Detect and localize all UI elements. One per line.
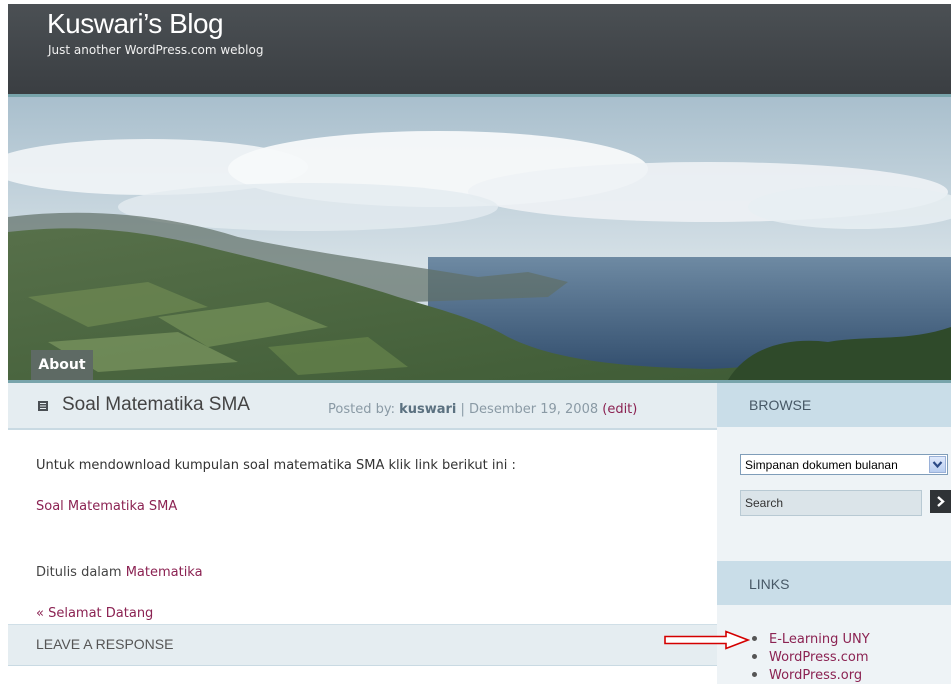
- links-title: LINKS: [749, 576, 790, 592]
- archive-select-value: Simpanan dokumen bulanan: [745, 458, 898, 472]
- link-e-learning-uny[interactable]: E-Learning UNY: [769, 632, 870, 647]
- blog-tagline: Just another WordPress.com weblog: [48, 43, 264, 57]
- bullet-icon: [752, 672, 757, 677]
- previous-post-link[interactable]: « Selamat Datang: [36, 606, 153, 621]
- link-wordpress-org[interactable]: WordPress.org: [769, 668, 862, 683]
- posted-by-label: Posted by:: [328, 402, 400, 417]
- list-item[interactable]: WordPress.org: [752, 667, 870, 685]
- post-meta: Posted by: kuswari | Desember 19, 2008 (…: [328, 402, 637, 417]
- post-author-link[interactable]: kuswari: [399, 402, 456, 417]
- search-submit-button[interactable]: [930, 490, 951, 513]
- site-header: Kuswari’s Blog Just another WordPress.co…: [8, 4, 951, 94]
- post-title[interactable]: Soal Matematika SMA: [62, 394, 250, 416]
- search-input[interactable]: Search: [740, 490, 922, 516]
- header-banner-image: [8, 97, 951, 380]
- browse-title: BROWSE: [749, 397, 812, 413]
- bullet-icon: [752, 636, 757, 641]
- annotation-arrow-icon: [664, 630, 750, 650]
- list-item[interactable]: WordPress.com: [752, 649, 870, 667]
- post-body-text: Untuk mendownload kumpulan soal matemati…: [36, 458, 516, 473]
- leave-response-title: LEAVE A RESPONSE: [36, 636, 174, 652]
- post-body-link[interactable]: Soal Matematika SMA: [36, 499, 177, 514]
- category-prefix: Ditulis dalam: [36, 565, 126, 580]
- bullet-icon: [752, 654, 757, 659]
- chevron-down-icon[interactable]: [929, 456, 946, 473]
- link-wordpress-com[interactable]: WordPress.com: [769, 650, 869, 665]
- blog-title[interactable]: Kuswari’s Blog: [47, 8, 224, 40]
- category-link[interactable]: Matematika: [126, 565, 203, 580]
- post-category: Ditulis dalam Matematika: [36, 565, 203, 580]
- archive-select[interactable]: Simpanan dokumen bulanan: [740, 454, 948, 475]
- edit-link[interactable]: (edit): [602, 402, 637, 417]
- document-icon: [38, 401, 48, 411]
- list-item[interactable]: E-Learning UNY: [752, 631, 870, 649]
- meta-separator: |: [456, 402, 470, 417]
- post-date: Desember 19, 2008: [469, 402, 599, 417]
- arrow-right-icon: [937, 496, 945, 507]
- links-list: E-Learning UNY WordPress.com WordPress.o…: [752, 631, 870, 685]
- nav-tab-about[interactable]: About: [31, 350, 93, 380]
